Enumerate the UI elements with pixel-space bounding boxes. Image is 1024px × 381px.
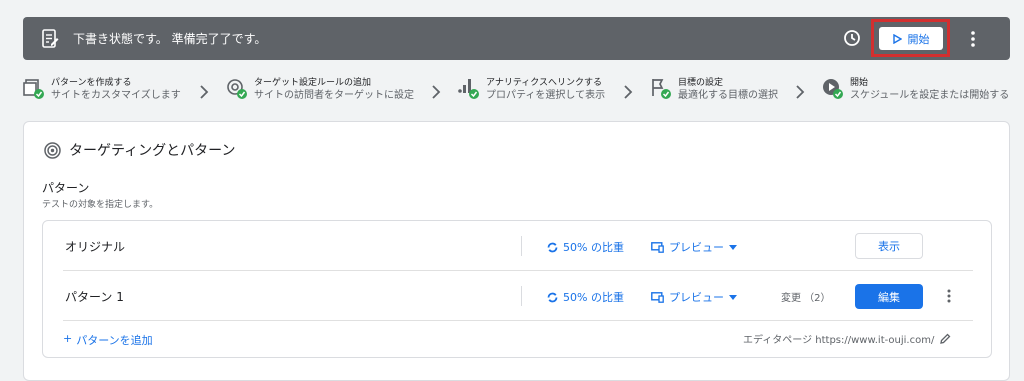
- step-subtitle: プロパティを選択して表示: [486, 90, 606, 101]
- step-objectives[interactable]: 目標の設定最適化する目標の選択: [650, 78, 778, 103]
- plus-icon: +: [63, 332, 73, 345]
- weight-label: 50% の比重: [563, 241, 624, 254]
- play-circle-icon: [823, 79, 843, 99]
- progress-circle-icon: [547, 242, 558, 252]
- weight-link[interactable]: 50% の比重: [547, 289, 624, 305]
- editor-page: エディタページ https://www.it-ouji.com/: [743, 331, 951, 346]
- step-targeting[interactable]: ターゲット設定ルールの追加サイトの訪問者をターゲットに設定: [226, 78, 414, 103]
- start-highlight: 開始: [871, 19, 950, 57]
- variants-label: パターン: [42, 181, 90, 195]
- target-icon: [44, 141, 61, 159]
- edit-button[interactable]: 編集: [855, 284, 923, 309]
- status-bar: 下書き状態です。 準備完了了です。 開始: [23, 17, 1010, 60]
- preview-dropdown[interactable]: プレビュー: [651, 289, 737, 305]
- more-vert-icon[interactable]: [968, 29, 978, 49]
- variant-name: オリジナル: [65, 240, 126, 254]
- table-row: オリジナル 50% の比重 プレビュー 表示: [63, 221, 973, 271]
- status-text: 下書き状態です。 準備完了了です。: [73, 32, 267, 46]
- weight-label: 50% の比重: [563, 291, 624, 304]
- document-icon: [42, 29, 59, 48]
- step-title: ターゲット設定ルールの追加: [254, 78, 372, 88]
- table-row: パターン 1 50% の比重 プレビュー 変更 （2） 編集: [63, 271, 973, 321]
- devices-icon: [651, 291, 664, 303]
- variants-panel: オリジナル 50% の比重 プレビュー 表示 パターン 1 50% の比重 プレ…: [42, 220, 992, 358]
- variants-description: テストの対象を指定します。: [42, 200, 159, 210]
- add-variant-link[interactable]: + パターンを追加: [63, 332, 153, 348]
- step-start[interactable]: 開始スケジュールを設定または開始する: [822, 78, 1009, 103]
- step-title: 目標の設定: [678, 78, 724, 88]
- preview-dropdown[interactable]: プレビュー: [651, 239, 737, 255]
- edit-pencil-icon[interactable]: [940, 333, 951, 344]
- divider: [521, 236, 522, 256]
- chevron-right-icon: [200, 85, 209, 99]
- variant-name: パターン 1: [65, 290, 124, 304]
- divider: [521, 286, 522, 306]
- preview-label: プレビュー: [669, 291, 724, 304]
- step-subtitle: 最適化する目標の選択: [678, 90, 778, 101]
- analytics-icon: [458, 79, 479, 99]
- step-subtitle: サイトをカスタマイズします: [51, 90, 181, 101]
- flag-icon: [652, 79, 671, 99]
- chevron-right-icon: [624, 85, 633, 99]
- step-subtitle: スケジュールを設定または開始する: [850, 90, 1010, 101]
- step-title: 開始: [850, 78, 869, 88]
- step-title: パターンを作成する: [51, 78, 132, 88]
- target-icon: [227, 79, 247, 99]
- section-title: ターゲティングとパターン: [44, 140, 235, 160]
- add-variant-label: パターンを追加: [76, 334, 153, 347]
- more-vert-icon[interactable]: [945, 288, 953, 304]
- step-subtitle: サイトの訪問者をターゲットに設定: [254, 90, 414, 101]
- play-icon: [892, 33, 902, 44]
- caret-down-icon: [729, 244, 737, 250]
- setup-stepper: パターンを作成するサイトをカスタマイズします ターゲット設定ルールの追加サイトの…: [0, 72, 1024, 112]
- editor-page-url: エディタページ https://www.it-ouji.com/: [743, 335, 935, 346]
- step-analytics[interactable]: アナリティクスへリンクする プロパティを選択して表示: [458, 78, 605, 103]
- start-button[interactable]: 開始: [879, 27, 943, 50]
- view-button[interactable]: 表示: [855, 233, 923, 259]
- change-count: 変更 （2）: [781, 293, 831, 304]
- progress-circle-icon: [547, 292, 558, 302]
- step-create-variant[interactable]: パターンを作成するサイトをカスタマイズします: [23, 78, 181, 103]
- chevron-right-icon: [432, 85, 441, 99]
- chevron-right-icon: [796, 85, 805, 99]
- preview-label: プレビュー: [669, 241, 724, 254]
- step-title: アナリティクスへリンクする: [486, 78, 603, 88]
- caret-down-icon: [729, 294, 737, 300]
- row-divider: [63, 320, 973, 321]
- variant-icon: [23, 79, 44, 99]
- devices-icon: [651, 241, 664, 253]
- clock-icon[interactable]: [843, 29, 861, 47]
- start-label: 開始: [907, 32, 930, 46]
- weight-link[interactable]: 50% の比重: [547, 239, 624, 255]
- section-title-text: ターゲティングとパターン: [69, 143, 236, 159]
